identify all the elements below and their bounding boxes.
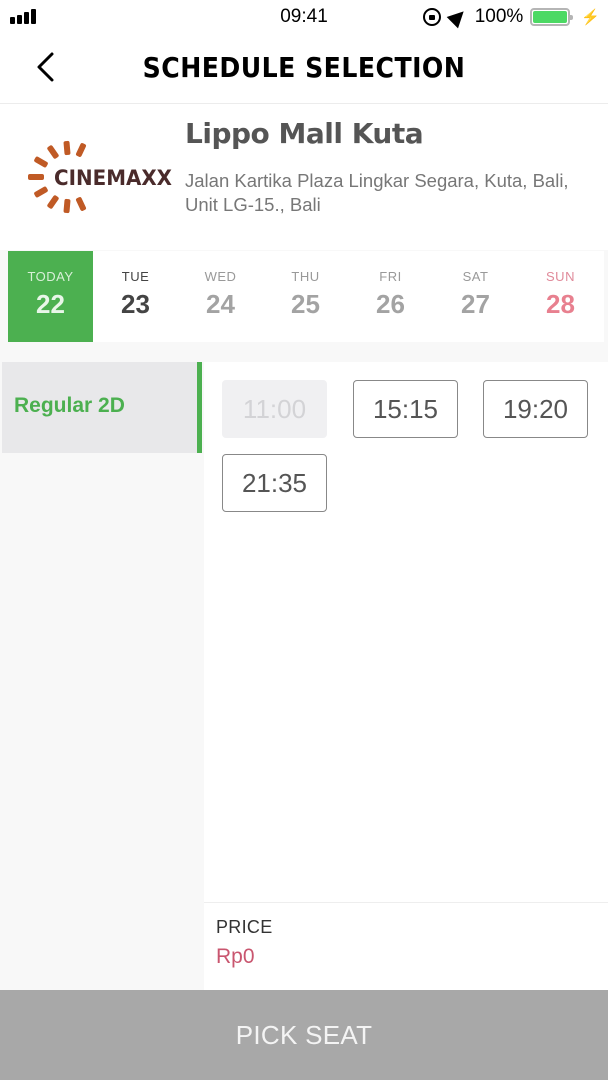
status-bar: 09:41 100% ⚡ — [0, 0, 608, 34]
date-day: 23 — [121, 289, 150, 319]
date-item-24[interactable]: WED 24 — [178, 251, 263, 342]
cinema-address: Jalan Kartika Plaza Lingkar Segara, Kuta… — [185, 170, 569, 215]
date-item-27[interactable]: SAT 27 — [433, 251, 518, 342]
date-day: 26 — [376, 289, 405, 319]
showtime-button[interactable]: 19:20 — [483, 380, 588, 438]
price-summary: PRICE Rp0 — [204, 902, 608, 990]
showtime-grid: 11:00 15:15 19:20 21:35 — [204, 362, 608, 902]
date-item-26[interactable]: FRI 26 — [348, 251, 433, 342]
date-item-23[interactable]: TUE 23 — [93, 251, 178, 342]
date-list: TODAY 22 TUE 23 WED 24 THU 25 FRI 26 SAT… — [8, 251, 604, 342]
date-day: 24 — [206, 289, 235, 319]
charging-bolt-icon: ⚡ — [581, 9, 600, 26]
battery-fill — [533, 11, 568, 23]
date-selector: TODAY 22 TUE 23 WED 24 THU 25 FRI 26 SAT… — [0, 250, 608, 362]
date-dow: SUN — [546, 269, 575, 284]
date-item-22[interactable]: TODAY 22 — [8, 251, 93, 342]
format-label: Regular 2D — [14, 394, 125, 417]
date-day: 25 — [291, 289, 320, 319]
date-day: 27 — [461, 289, 490, 319]
cinema-name: Lippo Mall Kuta — [185, 117, 424, 150]
battery-percent: 100% — [474, 6, 524, 27]
location-arrow-icon — [446, 5, 470, 29]
battery-icon — [530, 8, 574, 26]
page-title: SCHEDULE SELECTION — [142, 51, 466, 84]
rotation-lock-icon — [422, 8, 441, 26]
date-day: 22 — [36, 289, 65, 319]
pick-seat-button[interactable]: PICK SEAT — [0, 990, 608, 1080]
format-item-regular-2d[interactable]: Regular 2D — [2, 362, 202, 453]
cinemaxx-logo: CINEMAXX — [28, 140, 172, 214]
status-indicators: 100% ⚡ — [422, 5, 600, 29]
format-list: Regular 2D — [0, 362, 204, 990]
date-dow: SAT — [462, 269, 489, 284]
date-dow: TUE — [121, 269, 150, 284]
price-value: Rp0 — [216, 945, 255, 968]
pick-seat-label: PICK SEAT — [235, 1019, 373, 1050]
date-item-28[interactable]: SUN 28 — [518, 251, 603, 342]
nav-header: SCHEDULE SELECTION — [0, 34, 608, 104]
date-dow: THU — [291, 269, 320, 284]
date-dow: WED — [204, 269, 237, 284]
showtime-button[interactable]: 15:15 — [353, 380, 458, 438]
showtime-button: 11:00 — [222, 380, 327, 438]
showtime-button[interactable]: 21:35 — [222, 454, 327, 512]
cinema-info: CINEMAXX Lippo Mall Kuta Jalan Kartika P… — [0, 105, 608, 250]
date-item-25[interactable]: THU 25 — [263, 251, 348, 342]
date-dow: FRI — [379, 269, 402, 284]
date-day: 28 — [546, 289, 575, 319]
price-label: PRICE — [216, 917, 273, 937]
date-dow: TODAY — [27, 269, 74, 284]
brand-wordmark: CINEMAXX — [54, 166, 172, 190]
